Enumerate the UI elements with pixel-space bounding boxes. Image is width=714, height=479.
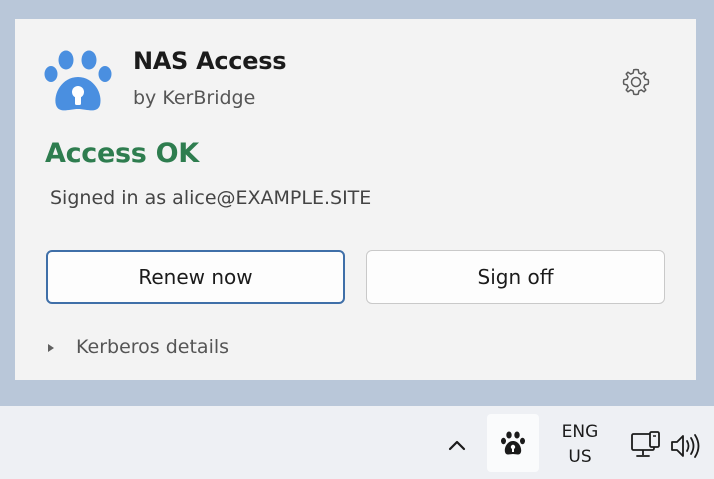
language-code: ENG xyxy=(561,422,599,442)
signed-in-text: Signed in as alice@EXAMPLE.SITE xyxy=(50,187,372,209)
taskbar: ENG US xyxy=(0,406,714,479)
nas-access-tray-button[interactable] xyxy=(487,414,539,472)
sign-off-button[interactable]: Sign off xyxy=(366,250,665,304)
network-button[interactable] xyxy=(629,429,663,463)
kerberos-details-toggle[interactable]: Kerberos details xyxy=(48,336,229,358)
language-region: US xyxy=(568,447,592,467)
paw-lock-icon xyxy=(44,49,114,115)
network-icon xyxy=(631,431,660,457)
app-vendor: by KerBridge xyxy=(133,87,256,109)
speaker-icon xyxy=(671,434,700,458)
renew-now-button[interactable]: Renew now xyxy=(46,250,345,304)
input-language-indicator[interactable]: ENG US xyxy=(552,420,608,470)
expand-caret-icon xyxy=(48,344,54,352)
paw-icon xyxy=(501,431,525,455)
nas-access-flyout: NAS Access by KerBridge Access OK Signed… xyxy=(15,19,696,380)
chevron-up-icon xyxy=(448,440,466,451)
volume-button[interactable] xyxy=(669,431,703,461)
access-status: Access OK xyxy=(45,138,199,169)
kerberos-details-label: Kerberos details xyxy=(76,336,230,358)
app-name: NAS Access xyxy=(133,47,287,75)
settings-button[interactable] xyxy=(619,65,653,99)
show-hidden-icons-button[interactable] xyxy=(440,428,474,462)
gear-icon xyxy=(622,68,650,96)
